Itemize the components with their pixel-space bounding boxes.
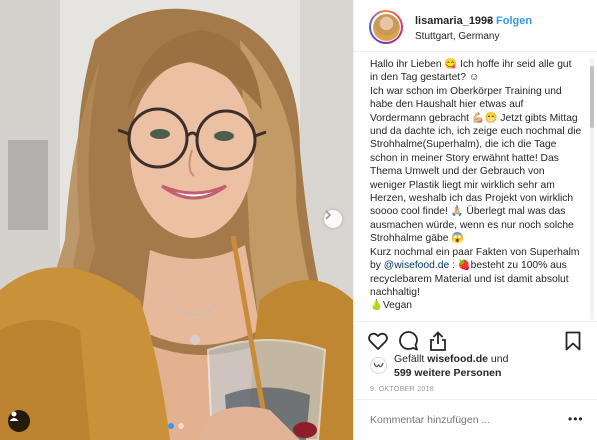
share-icon xyxy=(430,331,446,351)
avatar-image xyxy=(372,13,400,41)
scrollbar-thumb[interactable] xyxy=(590,66,594,128)
post-photo[interactable] xyxy=(0,0,353,440)
likes-prefix: Gefällt xyxy=(394,353,425,365)
liker-username-link[interactable]: wisefood.de xyxy=(427,353,488,365)
chevron-right-icon xyxy=(325,210,332,220)
avatar-frame xyxy=(371,12,401,42)
likes-and: und xyxy=(490,353,509,365)
tagged-users-button[interactable] xyxy=(8,410,30,432)
photo-illustration xyxy=(0,0,353,440)
avatar[interactable] xyxy=(369,10,403,44)
caption-scrollbar[interactable] xyxy=(590,58,594,320)
liker-avatar[interactable] xyxy=(370,357,387,374)
post-details-panel: lisamaria_1993 • Folgen Stuttgart, Germa… xyxy=(353,0,597,440)
username-link[interactable]: lisamaria_1993 xyxy=(415,15,493,27)
comment-button[interactable] xyxy=(396,329,420,353)
comment-icon xyxy=(399,331,418,351)
post-header: lisamaria_1993 • Folgen Stuttgart, Germa… xyxy=(354,0,597,52)
heart-icon xyxy=(368,332,388,350)
carousel-dot xyxy=(178,423,184,429)
more-options-icon[interactable]: ••• xyxy=(568,412,584,426)
save-button[interactable] xyxy=(561,329,585,353)
caption-text: Hallo ihr Lieben 😋 Ich hoffe ihr seid al… xyxy=(370,59,575,84)
post-date[interactable]: 9. OKTOBER 2018 xyxy=(370,386,434,393)
location-link[interactable]: Stuttgart, Germany xyxy=(415,31,499,42)
caption-text: Ich war schon im Oberkörper Training und… xyxy=(370,85,582,245)
likes-summary: Gefällt wisefood.de und 599 weitere Pers… xyxy=(394,353,508,380)
next-photo-button[interactable] xyxy=(324,210,342,228)
likes-count-link[interactable]: 599 weitere Personen xyxy=(394,367,501,379)
user-tag-icon xyxy=(9,411,19,421)
comment-input[interactable] xyxy=(370,414,550,426)
carousel-indicator xyxy=(168,423,184,429)
caption-text: 🍐Vegan xyxy=(370,300,413,312)
header-separator: • xyxy=(487,15,491,27)
carousel-dot-active xyxy=(168,423,174,429)
follow-button[interactable]: Folgen xyxy=(496,15,532,27)
like-button[interactable] xyxy=(366,329,390,353)
mention-link[interactable]: @wisefood.de xyxy=(384,260,449,271)
wisefood-logo-icon xyxy=(373,362,384,368)
bookmark-icon xyxy=(565,331,581,351)
post-caption: Hallo ihr Lieben 😋 Ich hoffe ihr seid al… xyxy=(370,58,582,320)
share-button[interactable] xyxy=(426,329,450,353)
comment-bar: ••• xyxy=(354,399,597,440)
